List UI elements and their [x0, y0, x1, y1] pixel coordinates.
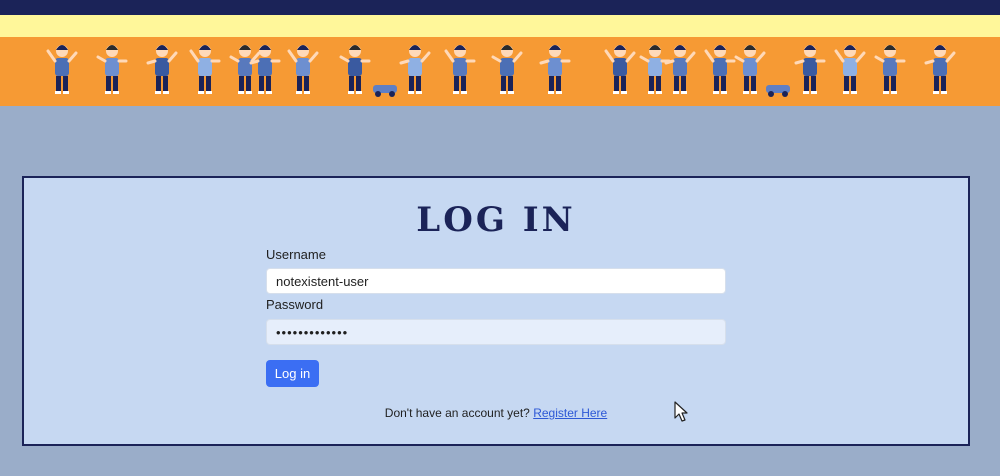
header-banner [0, 37, 1000, 106]
child-figure [604, 45, 636, 94]
children-playing-illustration [46, 45, 956, 97]
password-input[interactable]: ••••••••••••• [266, 319, 726, 345]
child-figure [874, 45, 906, 94]
register-line: Don't have an account yet? Register Here [24, 406, 968, 420]
page-title: LOG IN [416, 200, 576, 240]
child-figure [794, 45, 826, 94]
child-figure [339, 45, 371, 94]
child-figure [229, 45, 261, 94]
child-figure [46, 45, 78, 94]
child-figure [834, 45, 866, 94]
child-figure [734, 45, 766, 94]
child-figure [444, 45, 476, 94]
child-figure [287, 45, 319, 94]
login-button[interactable]: Log in [266, 360, 319, 387]
yellow-stripe [0, 15, 1000, 37]
child-figure [539, 45, 571, 94]
username-input[interactable]: notexistent-user [266, 268, 726, 294]
mouse-cursor-icon [674, 401, 688, 422]
child-figure [639, 45, 671, 94]
username-label: Username [266, 247, 326, 262]
register-prompt: Don't have an account yet? [384, 406, 530, 420]
child-figure [96, 45, 128, 94]
toy-car [373, 85, 397, 97]
top-bar [0, 0, 1000, 15]
child-figure [664, 45, 696, 94]
child-figure [189, 45, 221, 94]
child-figure [704, 45, 736, 94]
child-figure [491, 45, 523, 94]
toy-car [766, 85, 790, 97]
child-figure [399, 45, 431, 94]
login-card: LOG IN Username notexistent-user Passwor… [22, 176, 970, 446]
password-label: Password [266, 297, 324, 312]
child-figure [924, 45, 956, 94]
child-figure [146, 45, 178, 94]
register-link[interactable]: Register Here [533, 406, 607, 420]
child-figure [249, 45, 281, 94]
